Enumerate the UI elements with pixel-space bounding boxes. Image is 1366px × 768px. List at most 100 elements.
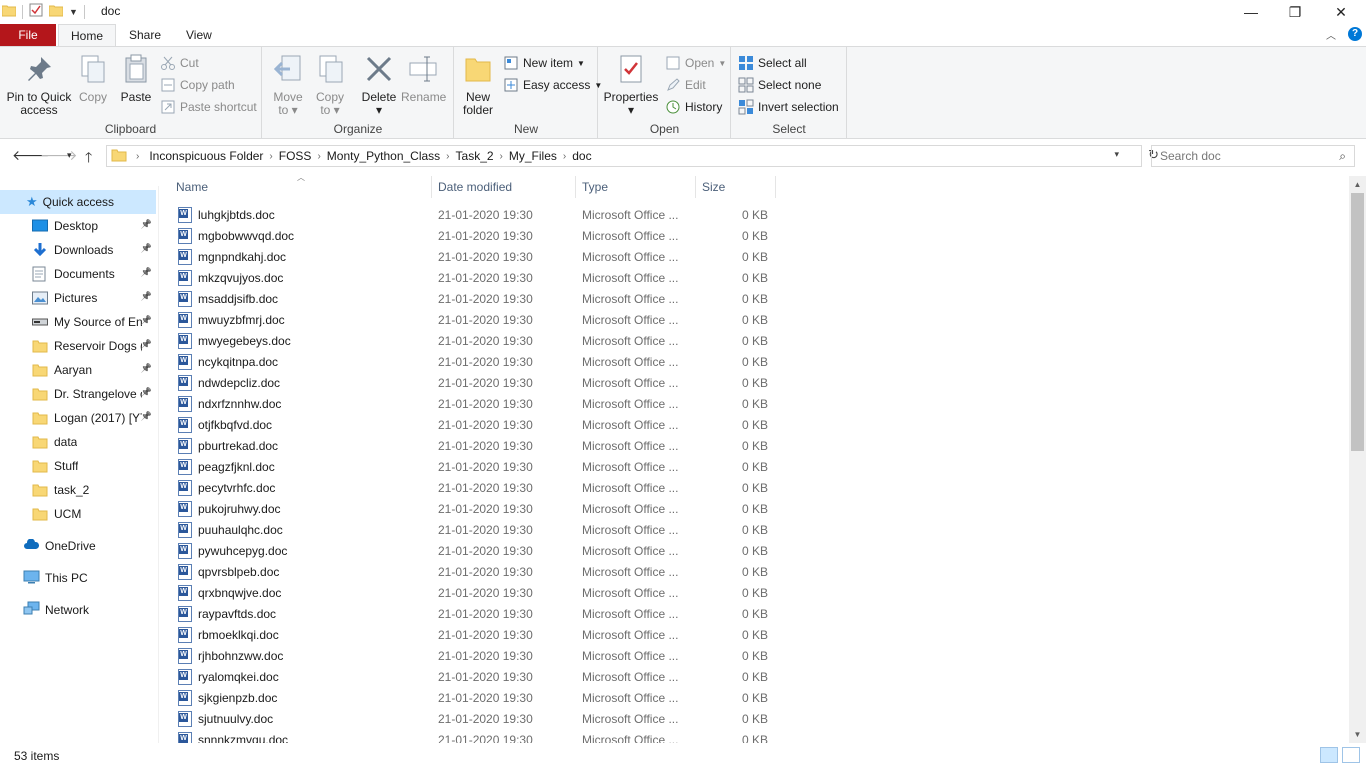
- breadcrumb-item[interactable]: doc: [569, 149, 594, 163]
- file-row[interactable]: pecytvrhfc.doc 21-01-2020 19:30 Microsoft …: [160, 478, 776, 499]
- new-folder-button[interactable]: New folder: [461, 51, 495, 117]
- file-row[interactable]: pburtrekad.doc 21-01-2020 19:30 Microsoft …: [160, 436, 776, 457]
- nav-item[interactable]: Desktop 📌: [0, 214, 156, 238]
- file-row[interactable]: pukojruhwy.doc 21-01-2020 19:30 Microsoft …: [160, 499, 776, 520]
- search-box[interactable]: ⌕: [1151, 145, 1355, 167]
- scroll-down-icon[interactable]: ▼: [1349, 726, 1366, 743]
- nav-item[interactable]: Logan (2017) [YTS]📌: [0, 406, 156, 430]
- recent-locations-chevron-icon[interactable]: ▾: [67, 150, 72, 161]
- up-button[interactable]: 🡑: [85, 147, 92, 171]
- breadcrumb-item[interactable]: Monty_Python_Class: [324, 149, 443, 163]
- easy-access-button[interactable]: Easy access ▼: [503, 75, 602, 95]
- file-row[interactable]: mkzqvujyos.doc 21-01-2020 19:30 Microsoft …: [160, 268, 776, 289]
- collapse-ribbon-icon[interactable]: ︿: [1326, 27, 1336, 42]
- details-view-icon[interactable]: [1320, 747, 1338, 763]
- pane-divider[interactable]: [158, 186, 159, 743]
- file-row[interactable]: msaddjsifb.doc 21-01-2020 19:30 Microsoft …: [160, 289, 776, 310]
- nav-item[interactable]: Documents 📌: [0, 262, 156, 286]
- file-row[interactable]: luhgkjbtds.doc 21-01-2020 19:30 Microsoft …: [160, 205, 776, 226]
- file-row[interactable]: ndwdepcliz.doc 21-01-2020 19:30 Microsoft …: [160, 373, 776, 394]
- file-row[interactable]: qpvrsblpeb.doc 21-01-2020 19:30 Microsoft …: [160, 562, 776, 583]
- nav-item[interactable]: task_2: [0, 478, 156, 502]
- column-header-type[interactable]: Type: [574, 176, 696, 198]
- file-row[interactable]: ndxrfznnhw.doc 21-01-2020 19:30 Microsoft …: [160, 394, 776, 415]
- file-row[interactable]: raypavftds.doc 21-01-2020 19:30 Microsoft …: [160, 604, 776, 625]
- paste-shortcut-button[interactable]: Paste shortcut: [160, 97, 257, 117]
- move-to-button[interactable]: Move to ▾: [271, 51, 305, 117]
- invert-selection-button[interactable]: Invert selection: [738, 97, 839, 117]
- file-row[interactable]: ncykqitnpa.doc 21-01-2020 19:30 Microsoft …: [160, 352, 776, 373]
- nav-item[interactable]: UCM: [0, 502, 156, 526]
- file-row[interactable]: pywuhcepyg.doc 21-01-2020 19:30 Microsoft …: [160, 541, 776, 562]
- nav-item[interactable]: My Source of Entertainment📌: [0, 310, 156, 334]
- nav-item[interactable]: Stuff: [0, 454, 156, 478]
- file-row[interactable]: ryalomqkei.doc 21-01-2020 19:30 Microsoft …: [160, 667, 776, 688]
- breadcrumb-separator-icon[interactable]: ›: [314, 151, 323, 162]
- search-icon[interactable]: ⌕: [1339, 149, 1346, 164]
- breadcrumb-separator-icon[interactable]: ›: [266, 151, 275, 162]
- file-row[interactable]: sjutnuulvy.doc 21-01-2020 19:30 Microsoft …: [160, 709, 776, 730]
- file-row[interactable]: mwuyzbfmrj.doc 21-01-2020 19:30 Microsoft …: [160, 310, 776, 331]
- file-row[interactable]: qrxbnqwjve.doc 21-01-2020 19:30 Microsoft …: [160, 583, 776, 604]
- address-bar[interactable]: › Inconspicuous Folder › FOSS › Monty_Python…: [106, 145, 1159, 167]
- column-header-size[interactable]: Size: [694, 176, 776, 198]
- address-dropdown-chevron-icon[interactable]: ▾: [1114, 149, 1119, 160]
- rename-button[interactable]: Rename: [401, 51, 446, 104]
- search-input[interactable]: [1160, 149, 1330, 163]
- vertical-scrollbar[interactable]: ▲ ▼: [1349, 176, 1366, 743]
- open-button[interactable]: Open ▼: [665, 53, 726, 73]
- cut-button[interactable]: Cut: [160, 53, 199, 73]
- breadcrumb-item[interactable]: FOSS: [276, 149, 315, 163]
- large-icons-view-icon[interactable]: [1342, 747, 1360, 763]
- tab-home[interactable]: Home: [58, 24, 117, 47]
- nav-item[interactable]: Downloads 📌: [0, 238, 156, 262]
- copy-button[interactable]: Copy: [76, 51, 110, 104]
- close-button[interactable]: ✕: [1318, 0, 1364, 24]
- file-row[interactable]: otjfkbqfvd.doc 21-01-2020 19:30 Microsoft …: [160, 415, 776, 436]
- copy-to-button[interactable]: Copy to ▾: [313, 51, 347, 117]
- file-row[interactable]: mgnpndkahj.doc 21-01-2020 19:30 Microsoft …: [160, 247, 776, 268]
- properties-qat-icon[interactable]: [29, 3, 43, 20]
- customize-qat-icon[interactable]: ▼: [69, 7, 78, 17]
- nav-network[interactable]: Network: [0, 598, 156, 622]
- tab-share[interactable]: Share: [117, 24, 173, 46]
- breadcrumb-item[interactable]: Task_2: [453, 149, 497, 163]
- history-button[interactable]: History: [665, 97, 722, 117]
- nav-item[interactable]: Reservoir Dogs (1992)📌: [0, 334, 156, 358]
- column-header-date[interactable]: Date modified: [430, 176, 576, 198]
- breadcrumb-item[interactable]: My_Files: [506, 149, 560, 163]
- nav-item[interactable]: Pictures 📌: [0, 286, 156, 310]
- file-row[interactable]: snnnkzmvqu.doc 21-01-2020 19:30 Microsoft …: [160, 730, 776, 743]
- file-row[interactable]: mwyegebeys.doc 21-01-2020 19:30 Microsoft …: [160, 331, 776, 352]
- breadcrumb-separator-icon[interactable]: ›: [497, 151, 506, 162]
- select-all-button[interactable]: Select all: [738, 53, 807, 73]
- properties-button[interactable]: Properties ▾: [603, 51, 659, 117]
- file-row[interactable]: peagzfjknl.doc 21-01-2020 19:30 Microsoft …: [160, 457, 776, 478]
- scroll-up-icon[interactable]: ▲: [1349, 176, 1366, 193]
- minimize-button[interactable]: —: [1228, 0, 1274, 24]
- paste-button[interactable]: Paste: [118, 51, 154, 104]
- file-row[interactable]: sjkgienpzb.doc 21-01-2020 19:30 Microsoft …: [160, 688, 776, 709]
- breadcrumb-separator-icon[interactable]: ›: [560, 151, 569, 162]
- file-row[interactable]: puuhaulqhc.doc 21-01-2020 19:30 Microsoft …: [160, 520, 776, 541]
- new-item-button[interactable]: New item ▼: [503, 53, 585, 73]
- breadcrumb-separator-icon[interactable]: ›: [443, 151, 452, 162]
- nav-this-pc[interactable]: This PC: [0, 566, 156, 590]
- tab-file[interactable]: File: [0, 24, 56, 46]
- file-row[interactable]: mgbobwwvqd.doc 21-01-2020 19:30 Microsoft …: [160, 226, 776, 247]
- help-icon[interactable]: ?: [1348, 27, 1362, 41]
- select-none-button[interactable]: Select none: [738, 75, 821, 95]
- file-row[interactable]: rjhbohnzww.doc 21-01-2020 19:30 Microsoft …: [160, 646, 776, 667]
- nav-item[interactable]: data: [0, 430, 156, 454]
- tab-view[interactable]: View: [174, 24, 224, 46]
- file-row[interactable]: rbmoeklkqi.doc 21-01-2020 19:30 Microsoft …: [160, 625, 776, 646]
- nav-onedrive[interactable]: OneDrive: [0, 534, 156, 558]
- maximize-button[interactable]: ❐: [1272, 0, 1318, 24]
- scrollbar-thumb[interactable]: [1351, 193, 1364, 451]
- nav-item[interactable]: Dr. Strangelove or How I Learned📌: [0, 382, 156, 406]
- breadcrumb-item[interactable]: Inconspicuous Folder: [146, 149, 266, 163]
- nav-item[interactable]: Aaryan 📌: [0, 358, 156, 382]
- new-folder-qat-icon[interactable]: [48, 3, 64, 20]
- nav-quick-access[interactable]: ★ Quick access: [0, 190, 156, 214]
- pin-to-quick-access-button[interactable]: Pin to Quick access: [4, 51, 74, 117]
